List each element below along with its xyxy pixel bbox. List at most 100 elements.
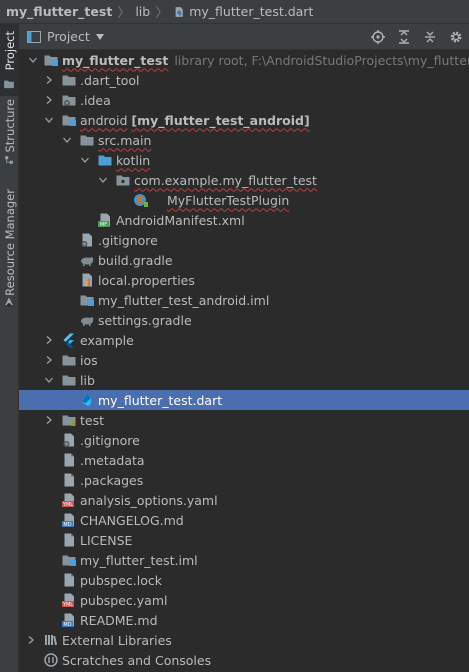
- breadcrumb-separator: 〉: [155, 6, 169, 21]
- root-name: my_flutter_test: [62, 52, 169, 68]
- chevron-down-icon: [80, 155, 90, 165]
- tree-row-lib[interactable]: lib: [19, 370, 469, 390]
- tree-label-android-iml: my_flutter_test_android.iml: [98, 292, 270, 308]
- tree-label-packages: .packages: [80, 472, 144, 488]
- collapse-all-icon: [425, 31, 435, 43]
- tree-row-project-iml[interactable]: my_flutter_test.iml: [19, 550, 469, 570]
- tree-row-package[interactable]: com.example.my_flutter_test: [19, 170, 469, 190]
- tree-row-metadata[interactable]: .metadata: [19, 450, 469, 470]
- settings-button[interactable]: [443, 24, 469, 50]
- tree-row-android-manifest[interactable]: AndroidManifest.xml: [19, 210, 469, 230]
- tree-row-scratches[interactable]: Scratches and Consoles: [19, 650, 469, 670]
- tree-row-analysis-options[interactable]: analysis_options.yaml: [19, 490, 469, 510]
- gradle-icon: [79, 312, 95, 328]
- file-icon: [61, 472, 77, 488]
- collapse-all-button[interactable]: [417, 24, 443, 50]
- tree-row-build-gradle[interactable]: build.gradle: [19, 250, 469, 270]
- chevron-right-icon: [44, 335, 54, 345]
- tree-label-android-gitignore: .gitignore: [98, 232, 158, 248]
- tree-row-pubspec-lock[interactable]: pubspec.lock: [19, 570, 469, 590]
- project-panel-header: Project: [19, 24, 469, 50]
- tab-project[interactable]: Project: [0, 24, 19, 96]
- chevron-right-icon: [44, 355, 54, 365]
- tab-resource-manager[interactable]: Resource Manager: [0, 189, 19, 312]
- tree-label-pubspec-lock: pubspec.lock: [80, 572, 163, 588]
- tree-row-root[interactable]: my_flutter_test library root, F:\AndroidS…: [19, 50, 469, 70]
- tree-row-src-main[interactable]: src.main: [19, 130, 469, 150]
- tree-label-analysis-options: analysis_options.yaml: [80, 492, 218, 508]
- tree-label-root: my_flutter_test library root, F:\AndroidS…: [62, 53, 469, 68]
- folder-icon: [61, 352, 77, 368]
- tree-row-plugin-class[interactable]: MyFlutterTestPlugin: [19, 190, 469, 210]
- android-folder-name: android: [80, 112, 128, 128]
- tree-row-changelog[interactable]: CHANGELOG.md: [19, 510, 469, 530]
- dart-icon: [79, 392, 95, 408]
- tree-row-pubspec-yaml[interactable]: pubspec.yaml: [19, 590, 469, 610]
- libraries-icon: [43, 632, 59, 648]
- chevron-down-icon: [44, 115, 54, 125]
- tree-label-scratches: Scratches and Consoles: [62, 652, 212, 668]
- tool-window-strip: Project Structure Resource Manager: [0, 24, 19, 672]
- chevron-right-icon: [44, 415, 54, 425]
- tab-structure-label: Structure: [2, 99, 17, 153]
- tree-label-ios: ios: [80, 352, 98, 368]
- tree-label-kotlin: kotlin: [116, 153, 150, 168]
- project-tree[interactable]: my_flutter_test library root, F:\AndroidS…: [19, 50, 469, 672]
- package-name: com.example.my_flutter_test: [134, 172, 317, 188]
- file-icon: [61, 532, 77, 548]
- module-folder-icon: [43, 52, 59, 68]
- tree-label-pubspec-yaml: pubspec.yaml: [80, 592, 168, 608]
- tree-row-license[interactable]: LICENSE: [19, 530, 469, 550]
- manifest-file-icon: [97, 212, 113, 228]
- panel-title: Project: [47, 29, 90, 44]
- tree-row-readme[interactable]: README.md: [19, 610, 469, 630]
- file-icon: [61, 572, 77, 588]
- tree-row-idea[interactable]: .idea: [19, 90, 469, 110]
- tree-row-ios[interactable]: ios: [19, 350, 469, 370]
- tree-row-android[interactable]: android [my_flutter_test_android]: [19, 110, 469, 130]
- locate-button[interactable]: [365, 24, 391, 50]
- tree-label-android-manifest: AndroidManifest.xml: [116, 212, 245, 228]
- tree-label-lib: lib: [80, 372, 95, 388]
- iml-file-icon: [61, 552, 77, 568]
- breadcrumb-file[interactable]: my_flutter_test.dart: [189, 4, 313, 19]
- chevron-down-icon: [95, 33, 104, 40]
- project-view-selector[interactable]: Project: [19, 29, 104, 44]
- yaml-file-icon: [61, 592, 77, 608]
- root-path: library root, F:\AndroidStudioProjects\m…: [174, 52, 469, 68]
- iml-file-icon: [79, 292, 95, 308]
- tree-label-build-gradle: build.gradle: [98, 252, 173, 268]
- structure-icon: [5, 156, 13, 164]
- file-icon: [61, 452, 77, 468]
- tree-label-metadata: .metadata: [80, 452, 145, 468]
- tree-row-packages[interactable]: .packages: [19, 470, 469, 490]
- module-folder-icon: [61, 112, 77, 128]
- breadcrumb: my_flutter_test 〉 lib 〉 my_flutter_test.…: [0, 0, 469, 24]
- tree-row-android-iml[interactable]: my_flutter_test_android.iml: [19, 290, 469, 310]
- flutter-icon: [61, 332, 77, 348]
- expand-all-button[interactable]: [391, 24, 417, 50]
- folder-icon: [3, 78, 15, 90]
- tab-structure[interactable]: Structure: [0, 99, 19, 170]
- tree-label-local-properties: local.properties: [98, 272, 195, 288]
- breadcrumb-separator: 〉: [117, 6, 131, 21]
- tree-row-settings-gradle[interactable]: settings.gradle: [19, 310, 469, 330]
- package-icon: [115, 172, 131, 188]
- tree-row-kotlin[interactable]: kotlin: [19, 150, 469, 170]
- tree-row-main-dart[interactable]: my_flutter_test.dart: [19, 390, 469, 410]
- src-main-name: src.main: [98, 132, 152, 148]
- tree-row-external-libraries[interactable]: External Libraries: [19, 630, 469, 650]
- tree-row-test[interactable]: test: [19, 410, 469, 430]
- tree-row-gitignore[interactable]: .gitignore: [19, 430, 469, 450]
- tree-label-external-libraries: External Libraries: [62, 632, 172, 648]
- breadcrumb-project[interactable]: my_flutter_test: [6, 4, 112, 19]
- tree-row-local-properties[interactable]: local.properties: [19, 270, 469, 290]
- breadcrumb-folder[interactable]: lib: [135, 4, 150, 19]
- tree-label-gitignore: .gitignore: [80, 432, 140, 448]
- tree-label-settings-gradle: settings.gradle: [98, 312, 192, 328]
- scratches-icon: [43, 652, 59, 668]
- tree-row-dart-tool[interactable]: .dart_tool: [19, 70, 469, 90]
- tree-row-android-gitignore[interactable]: .gitignore: [19, 230, 469, 250]
- tree-row-example[interactable]: example: [19, 330, 469, 350]
- markdown-file-icon: [61, 612, 77, 628]
